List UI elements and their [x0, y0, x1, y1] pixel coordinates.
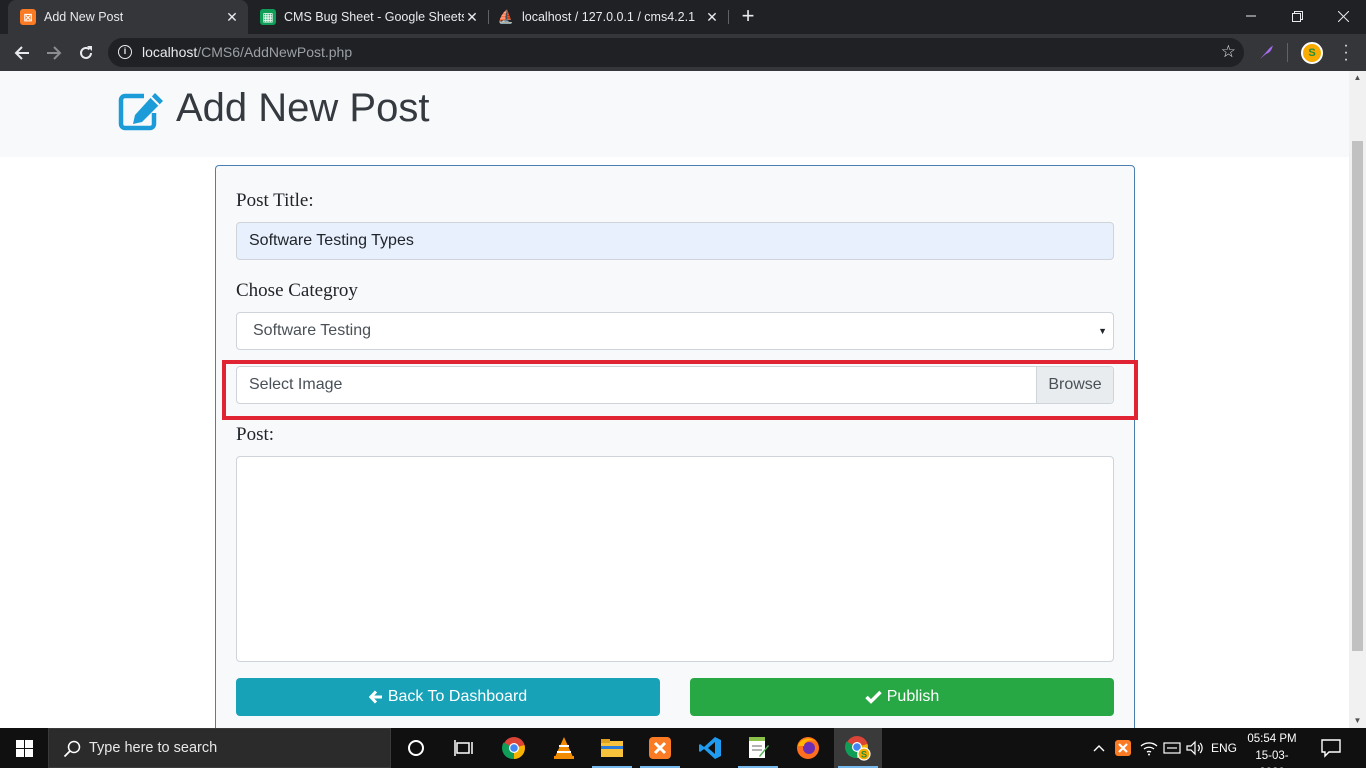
- post-title-label: Post Title:: [236, 190, 314, 211]
- tab-title: localhost / 127.0.0.1 / cms4.2.1 /: [522, 10, 698, 24]
- arrow-left-icon: [368, 690, 382, 704]
- notifications-icon[interactable]: [1320, 738, 1342, 758]
- language-indicator[interactable]: ENG: [1208, 728, 1240, 768]
- back-button-label: Back To Dashboard: [387, 688, 528, 705]
- browser-tab-strip: ⊠ Add New Post ✕ ▦ CMS Bug Sheet - Googl…: [0, 0, 1366, 34]
- profile-avatar-icon[interactable]: S: [1301, 42, 1323, 64]
- file-explorer-icon[interactable]: [588, 728, 636, 768]
- site-info-icon[interactable]: i: [118, 45, 132, 59]
- minimize-icon[interactable]: [1228, 0, 1274, 32]
- forward-arrow-icon[interactable]: [41, 40, 67, 66]
- post-label: Post:: [236, 424, 275, 445]
- vlc-icon[interactable]: [540, 728, 588, 768]
- tab-title: CMS Bug Sheet - Google Sheets: [284, 10, 464, 24]
- scroll-up-icon[interactable]: ▲: [1349, 71, 1366, 85]
- page-scrollbar[interactable]: ▲ ▼: [1349, 71, 1366, 728]
- restore-icon[interactable]: [1274, 0, 1320, 32]
- volume-icon[interactable]: [1184, 728, 1206, 768]
- publish-button-label: Publish: [886, 688, 940, 705]
- clock-time: 05:54 PM: [1247, 733, 1297, 745]
- category-select[interactable]: Software Testing ▼: [236, 312, 1114, 350]
- post-title-input[interactable]: Software Testing Types: [236, 222, 1114, 260]
- page-viewport: Add New Post Post Title: Software Testin…: [0, 71, 1349, 728]
- scroll-thumb[interactable]: [1352, 141, 1363, 651]
- wifi-icon[interactable]: [1138, 728, 1160, 768]
- add-post-form: Post Title: Software Testing Types Chose…: [215, 165, 1135, 728]
- close-tab-icon[interactable]: ✕: [704, 9, 720, 25]
- edit-icon: [118, 93, 163, 131]
- notepad-plus-plus-icon[interactable]: [734, 728, 782, 768]
- taskbar-search-box[interactable]: Type here to search: [48, 728, 391, 768]
- close-window-icon[interactable]: [1320, 0, 1366, 32]
- url-text: localhost/CMS6/AddNewPost.php: [142, 44, 353, 60]
- chrome-icon[interactable]: [490, 728, 538, 768]
- firefox-icon[interactable]: [784, 728, 832, 768]
- address-bar[interactable]: i localhost/CMS6/AddNewPost.php ☆: [108, 38, 1244, 67]
- back-arrow-icon[interactable]: [9, 40, 35, 66]
- reload-icon[interactable]: [73, 40, 99, 66]
- input-method-icon[interactable]: [1161, 728, 1183, 768]
- task-view-icon[interactable]: [440, 728, 488, 768]
- close-tab-icon[interactable]: ✕: [464, 9, 480, 25]
- back-to-dashboard-button[interactable]: Back To Dashboard: [236, 678, 660, 716]
- dropdown-caret-icon: ▼: [1098, 326, 1107, 336]
- xampp-taskbar-icon[interactable]: [636, 728, 684, 768]
- windows-taskbar: Type here to search S ENG 05:54 PM 15-03…: [0, 728, 1366, 768]
- browser-toolbar: i localhost/CMS6/AddNewPost.php ☆ S · · ·: [0, 34, 1366, 71]
- image-input-highlight: [222, 360, 1138, 420]
- phpmyadmin-icon: ⛵: [497, 9, 515, 24]
- category-label: Chose Categroy: [236, 280, 358, 301]
- chrome-profile-icon[interactable]: S: [834, 728, 882, 768]
- windows-start-icon[interactable]: [0, 728, 48, 768]
- tab-phpmyadmin[interactable]: ⛵ localhost / 127.0.0.1 / cms4.2.1 / ✕: [488, 0, 728, 34]
- post-textarea[interactable]: [236, 456, 1114, 662]
- publish-button[interactable]: Publish: [690, 678, 1114, 716]
- clock-date: 15-03-2020: [1255, 750, 1289, 768]
- category-selected-value: Software Testing: [253, 322, 371, 339]
- check-icon: [865, 690, 882, 704]
- scroll-down-icon[interactable]: ▼: [1349, 714, 1366, 728]
- bookmark-star-icon[interactable]: ☆: [1221, 42, 1236, 62]
- tab-separator: [728, 10, 729, 24]
- toolbar-divider: [1287, 43, 1288, 62]
- new-tab-plus-icon[interactable]: +: [738, 5, 758, 28]
- cortana-icon[interactable]: [392, 728, 440, 768]
- search-icon: [63, 740, 81, 758]
- tab-cms-bug-sheet[interactable]: ▦ CMS Bug Sheet - Google Sheets ✕: [248, 0, 488, 34]
- page-title: Add New Post: [176, 86, 430, 130]
- close-tab-icon[interactable]: ✕: [224, 9, 240, 25]
- page-header: Add New Post: [0, 71, 1349, 157]
- google-sheets-icon: ▦: [260, 9, 276, 25]
- tab-add-new-post[interactable]: ⊠ Add New Post ✕: [8, 0, 248, 34]
- xampp-tray-icon[interactable]: [1113, 728, 1133, 768]
- tab-title: Add New Post: [44, 10, 124, 24]
- show-hidden-icons-chevron[interactable]: [1090, 728, 1108, 768]
- svg-text:S: S: [861, 750, 867, 760]
- search-placeholder: Type here to search: [89, 740, 218, 756]
- vscode-icon[interactable]: [686, 728, 734, 768]
- system-clock[interactable]: 05:54 PM 15-03-2020: [1246, 731, 1298, 768]
- more-menu-icon[interactable]: · · ·: [1340, 38, 1352, 68]
- feather-extension-icon[interactable]: [1256, 42, 1276, 62]
- xampp-icon: ⊠: [20, 9, 36, 25]
